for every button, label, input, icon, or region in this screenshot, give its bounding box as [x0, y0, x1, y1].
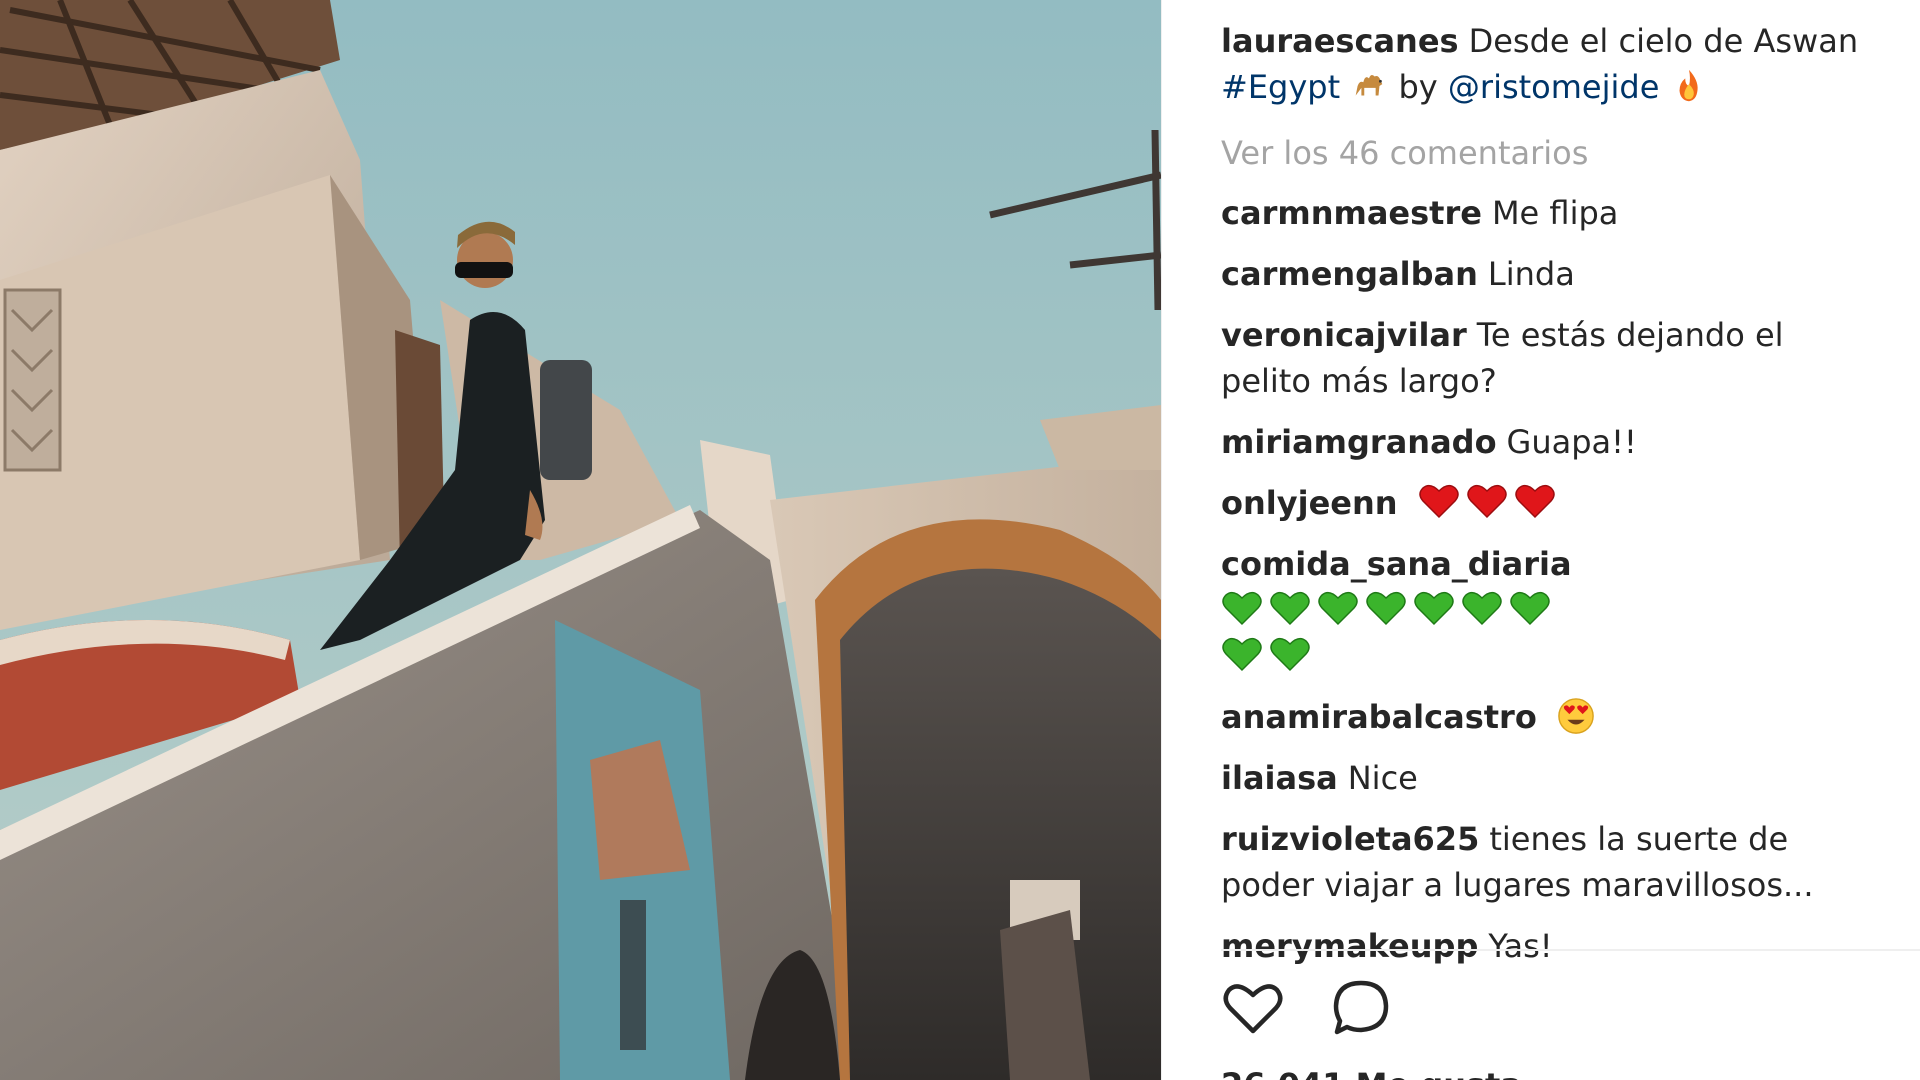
comment-username[interactable]: comida_sana_diaria: [1221, 545, 1572, 583]
comment-item: anamirabalcastro: [1221, 694, 1861, 740]
green-heart-emoji-icon: [1318, 591, 1358, 626]
green-heart-emoji-icon: [1414, 591, 1454, 626]
comment-username[interactable]: veronicajvilar: [1221, 316, 1467, 354]
comment-username[interactable]: carmengalban: [1221, 255, 1478, 293]
comment-username[interactable]: onlyjeenn: [1221, 484, 1398, 522]
comment-button[interactable]: [1329, 976, 1393, 1040]
green-heart-emoji-icon: [1462, 591, 1502, 626]
comment-item: veronicajvilar Te estás dejando el pelito…: [1221, 312, 1861, 404]
green-heart-emoji-icon: [1222, 591, 1262, 626]
comment-text: Guapa!!: [1506, 423, 1637, 461]
photo-illustration: [0, 0, 1161, 1080]
red-heart-emojis: [1418, 482, 1556, 520]
caption-text: Desde el cielo de Aswan: [1468, 22, 1859, 60]
comments-list: lauraescanes Desde el cielo de Aswan #Egy…: [1221, 18, 1861, 969]
comment-item: merymakeupp Yas!: [1221, 923, 1861, 969]
post-caption: lauraescanes Desde el cielo de Aswan #Egy…: [1221, 18, 1861, 110]
comment-bubble-icon: [1333, 980, 1389, 1035]
heart-outline-icon: [1223, 984, 1283, 1034]
comment-username[interactable]: ilaiasa: [1221, 759, 1338, 797]
comment-username[interactable]: merymakeupp: [1221, 927, 1478, 965]
comment-username[interactable]: carmnmaestre: [1221, 194, 1482, 232]
caption-mention[interactable]: @ristomejide: [1448, 68, 1659, 106]
like-button[interactable]: [1221, 976, 1285, 1040]
comment-username[interactable]: miriamgranado: [1221, 423, 1497, 461]
comment-item: comida_sana_diaria: [1221, 541, 1861, 679]
heart-eyes-emoji-icon: [1558, 698, 1594, 734]
comment-item: carmnmaestre Me flipa: [1221, 190, 1861, 236]
comment-item: onlyjeenn: [1221, 480, 1861, 526]
caption-author[interactable]: lauraescanes: [1221, 22, 1459, 60]
comment-text: Yas!: [1488, 927, 1553, 965]
green-heart-emoji-icon: [1270, 591, 1310, 626]
instagram-post-view: lauraescanes Desde el cielo de Aswan #Egy…: [0, 0, 1920, 1080]
red-heart-emoji-icon: [1466, 484, 1507, 519]
post-actions: [1221, 976, 1393, 1040]
red-heart-emoji-icon: [1514, 484, 1555, 519]
comments-panel: lauraescanes Desde el cielo de Aswan #Egy…: [1162, 0, 1920, 1080]
comment-item: carmengalban Linda: [1221, 251, 1861, 297]
green-heart-emojis-wrap: [1221, 635, 1311, 673]
comment-text: Nice: [1347, 759, 1418, 797]
comment-username[interactable]: ruizvioleta625: [1221, 820, 1479, 858]
green-heart-emoji-icon: [1366, 591, 1406, 626]
green-heart-emoji-icon: [1510, 591, 1550, 626]
caption-hashtag[interactable]: #Egypt: [1221, 68, 1340, 106]
caption-by: by: [1398, 68, 1438, 106]
comment-item: ilaiasa Nice: [1221, 755, 1861, 801]
green-heart-emojis: [1221, 589, 1551, 627]
comment-item: miriamgranado Guapa!!: [1221, 419, 1861, 465]
green-heart-emoji-icon: [1222, 637, 1262, 672]
comment-text: Me flipa: [1491, 194, 1619, 232]
comment-username[interactable]: anamirabalcastro: [1221, 698, 1537, 736]
camel-emoji-icon: [1356, 74, 1383, 96]
comment-text: Linda: [1487, 255, 1575, 293]
actions-divider: [1221, 949, 1920, 951]
fire-emoji-icon: [1679, 69, 1698, 102]
comment-item: ruizvioleta625 tienes la suerte de poder …: [1221, 816, 1861, 908]
view-all-comments-link[interactable]: Ver los 46 comentarios: [1221, 130, 1861, 176]
likes-count[interactable]: 26.041 Me gusta: [1221, 1062, 1522, 1080]
post-photo[interactable]: [0, 0, 1161, 1080]
red-heart-emoji-icon: [1418, 484, 1459, 519]
green-heart-emoji-icon: [1270, 637, 1310, 672]
